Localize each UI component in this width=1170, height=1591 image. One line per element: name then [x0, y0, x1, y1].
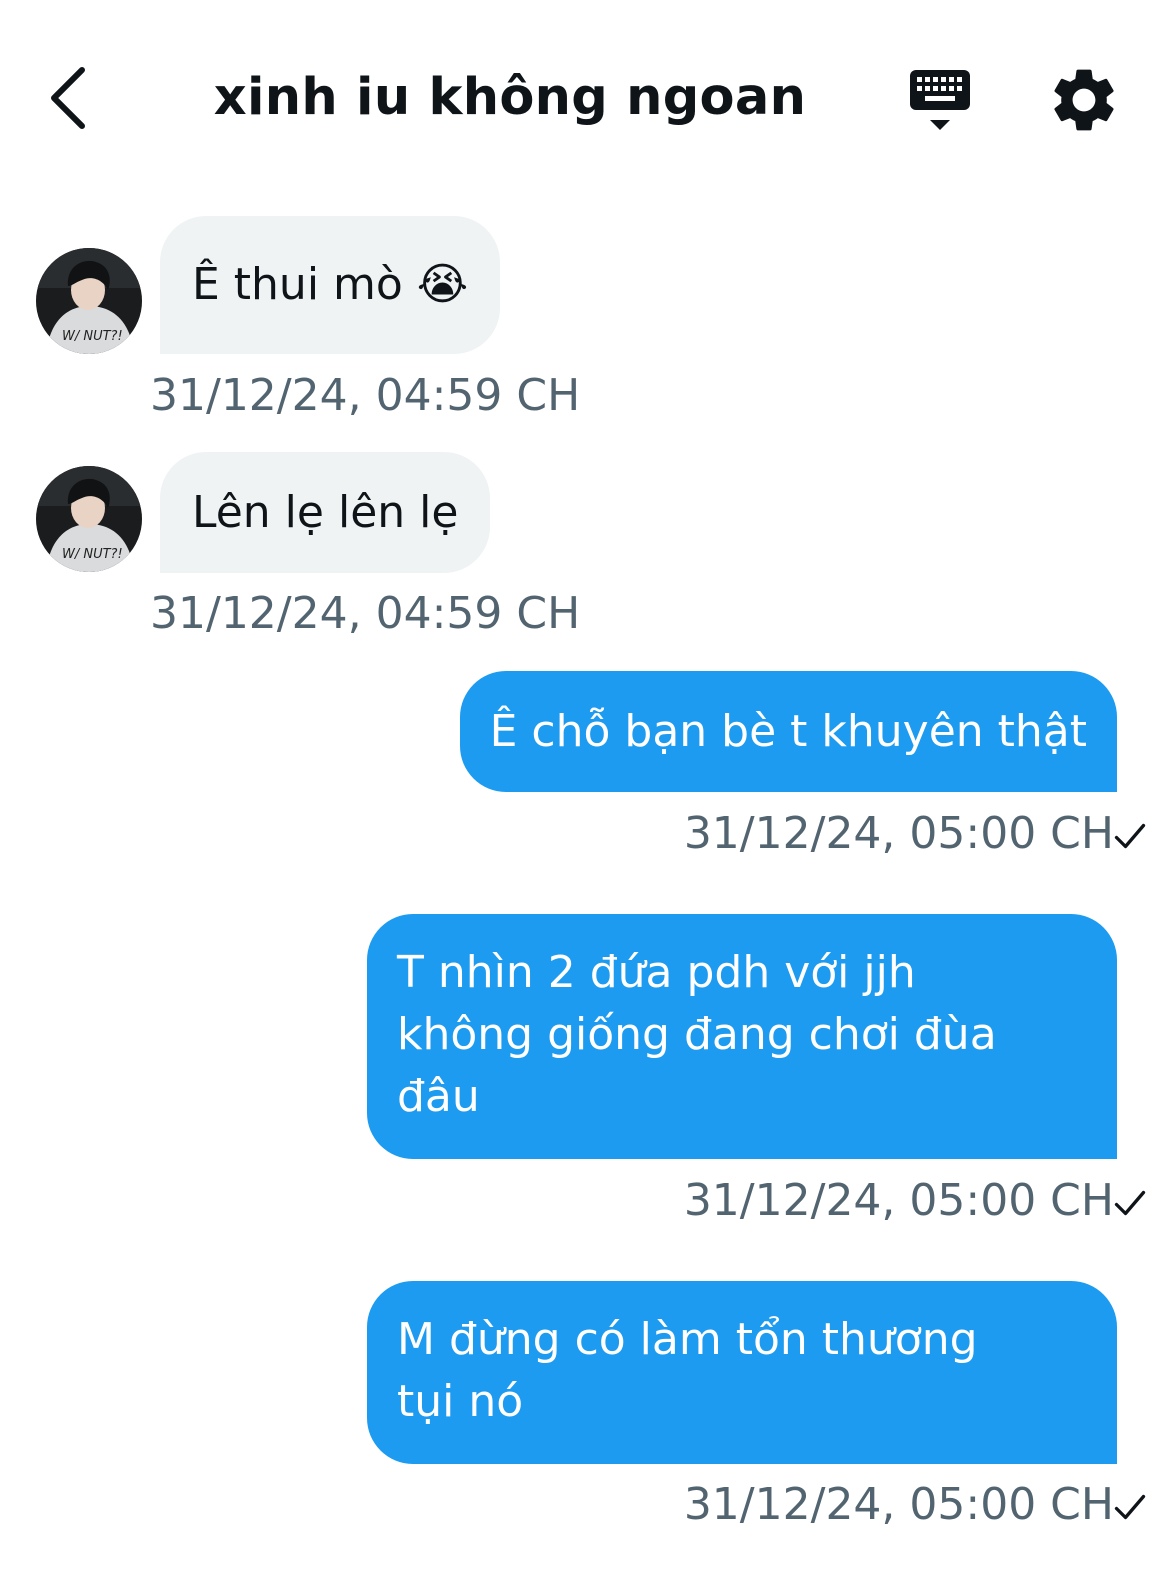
gear-icon: [1054, 69, 1114, 131]
message-bubble-outgoing[interactable]: M đừng có làm tổn thương tụi nó: [367, 1281, 1117, 1464]
profile-photo: W/ NUT?!: [36, 248, 142, 354]
message-text: Lên lẹ lên lẹ: [192, 486, 459, 538]
message-timestamp: 31/12/24, 05:00 CH: [683, 1479, 1114, 1530]
check-icon: [1114, 1190, 1146, 1216]
message-timestamp: 31/12/24, 04:59 CH: [150, 588, 581, 639]
keyboard-icon: [910, 70, 970, 130]
message-text: Ê thui mò 😭: [192, 259, 469, 310]
message-timestamp: 31/12/24, 05:00 CH: [683, 808, 1114, 859]
message-text: Ê chỗ bạn bè t khuyên thật: [489, 705, 1087, 757]
message-timestamp: 31/12/24, 05:00 CH: [683, 1175, 1114, 1226]
settings-button[interactable]: [1046, 62, 1122, 138]
keyboard-button[interactable]: [900, 64, 980, 136]
message-text-line: không giống đang chơi đùa: [397, 1009, 997, 1060]
message-text-line: T nhìn 2 đứa pdh với jjh: [397, 947, 916, 998]
back-button[interactable]: [36, 62, 100, 134]
message-bubble-outgoing[interactable]: T nhìn 2 đứa pdh với jjh không giống đan…: [367, 914, 1117, 1159]
message-timestamp: 31/12/24, 04:59 CH: [150, 370, 581, 421]
message-text-line: M đừng có làm tổn thương: [397, 1314, 978, 1365]
message-bubble-incoming[interactable]: Ê thui mò 😭: [160, 216, 501, 354]
check-icon: [1114, 823, 1146, 849]
message-bubble-outgoing[interactable]: Ê chỗ bạn bè t khuyên thật: [459, 671, 1117, 792]
svg-text:W/ NUT?!: W/ NUT?!: [62, 329, 123, 344]
avatar[interactable]: W/ NUT?!: [36, 248, 142, 354]
conversation-header: xinh iu không ngoan: [0, 0, 1170, 190]
avatar[interactable]: W/ NUT?!: [36, 466, 142, 572]
chevron-left-icon: [51, 67, 85, 129]
svg-text:W/ NUT?!: W/ NUT?!: [62, 547, 123, 562]
profile-photo: W/ NUT?!: [36, 466, 142, 572]
check-icon: [1114, 1494, 1146, 1520]
message-bubble-incoming[interactable]: Lên lẹ lên lẹ: [160, 452, 491, 573]
conversation-title: xinh iu không ngoan: [213, 68, 807, 127]
message-text-line: tụi nó: [397, 1376, 524, 1427]
message-text-line: đâu: [397, 1071, 480, 1122]
